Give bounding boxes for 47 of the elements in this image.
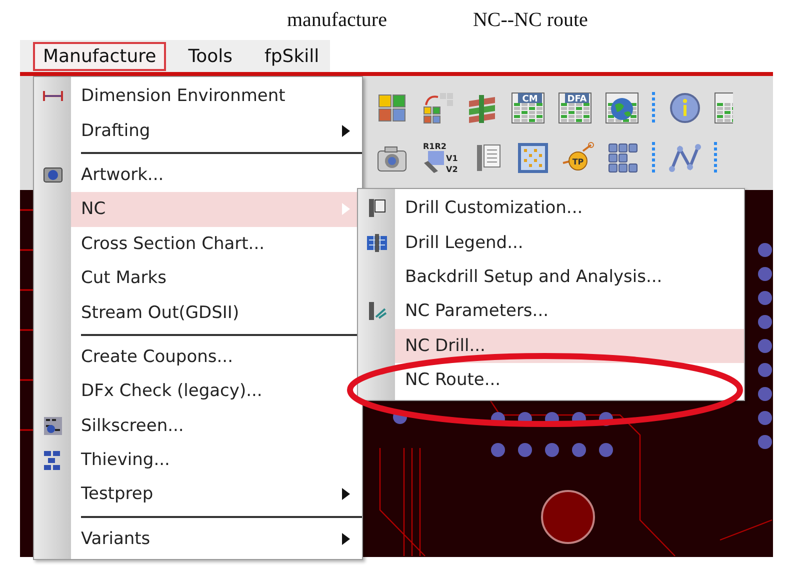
menu-item[interactable]: Artwork... (71, 158, 362, 192)
menu-item[interactable]: Drill Legend... (395, 225, 744, 260)
menu-item[interactable]: Silkscreen... (71, 408, 362, 443)
info-icon[interactable] (668, 91, 702, 125)
menu-item[interactable]: Thieving... (71, 442, 362, 478)
via (599, 412, 613, 426)
table-icon[interactable] (713, 91, 733, 125)
via (491, 443, 505, 457)
via (758, 435, 772, 449)
caption-text: NC--NC route (472, 8, 588, 32)
via (758, 267, 772, 281)
icon-label: V1 (446, 154, 458, 163)
dimension-icon (42, 91, 62, 102)
route-icon[interactable] (668, 141, 702, 175)
via (572, 443, 586, 457)
caption-text: manufacture (287, 8, 387, 32)
icon-label: CM (522, 94, 538, 104)
menu-item[interactable]: Drill Customization... (395, 191, 744, 226)
via (518, 443, 532, 457)
icon-label: V2 (446, 165, 458, 174)
via (758, 243, 772, 257)
menu-item[interactable]: Backdrill Setup and Analysis... (395, 260, 744, 294)
via (758, 363, 772, 377)
table-icon[interactable]: DFA (557, 91, 593, 125)
menu-bar-item[interactable]: Manufacture (33, 42, 166, 70)
via (758, 291, 772, 305)
menu-item[interactable]: Testprep (71, 477, 362, 512)
button-grid-icon[interactable] (606, 141, 640, 175)
via (545, 443, 559, 457)
globe-icon[interactable] (604, 91, 640, 125)
menu-bar-item[interactable]: Tools (178, 42, 243, 70)
menu-bar-item[interactable]: fpSkill (254, 42, 330, 70)
menu-item[interactable]: Variants (71, 522, 362, 556)
pad (541, 490, 595, 544)
via (758, 339, 772, 353)
menu-item[interactable]: NC Parameters... (395, 294, 744, 329)
via (758, 411, 772, 425)
via (758, 315, 772, 329)
grid-panel-icon[interactable] (516, 141, 550, 175)
icon-label: TP (572, 158, 584, 166)
via (758, 387, 772, 401)
table-icon[interactable]: CM (510, 91, 546, 125)
menu-item[interactable]: Dimension Environment (71, 79, 362, 114)
icon-label: R1R2 (423, 142, 446, 151)
via (599, 443, 613, 457)
icon-label: DFA (567, 94, 587, 104)
menu-item[interactable]: Drafting (71, 113, 362, 148)
